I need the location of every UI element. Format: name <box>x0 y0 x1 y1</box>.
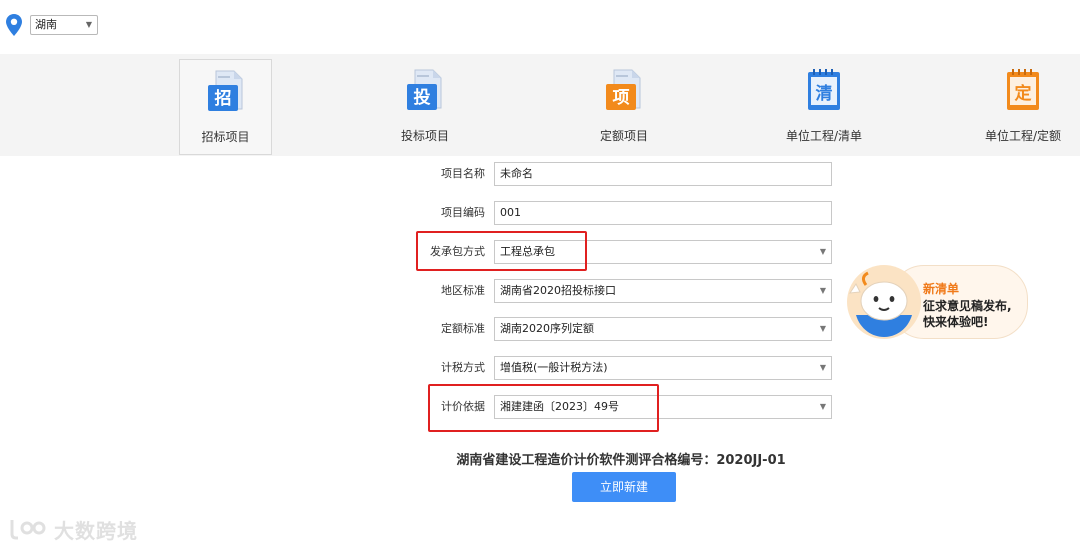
nav-item-unit-quota[interactable]: 定 单位工程/定额 <box>969 54 1077 156</box>
project-name-input[interactable]: 未命名 <box>494 162 832 186</box>
quota-standard-label: 定额标准 <box>441 322 485 335</box>
certificate-text: 湖南省建设工程造价计价软件测评合格编号：2020JJ-01 <box>456 453 786 468</box>
region-select[interactable]: 湖南 ▼ <box>30 15 98 35</box>
nav-item-label: 招标项目 <box>201 130 250 144</box>
project-name-label: 项目名称 <box>441 167 485 180</box>
nav-item-unit-list[interactable]: 清 单位工程/清单 <box>770 54 878 156</box>
chevron-down-icon: ▼ <box>819 402 826 411</box>
chevron-down-icon: ▼ <box>819 363 826 372</box>
svg-text:投: 投 <box>414 87 431 108</box>
promo-title: 新清单 <box>923 282 960 296</box>
watermark-logo-icon <box>10 520 46 540</box>
chevron-down-icon: ▼ <box>819 286 826 295</box>
location-pin-icon <box>6 14 22 36</box>
nav-item-quota-project[interactable]: 项 定额项目 <box>577 54 671 156</box>
mascot-icon <box>847 265 921 339</box>
chevron-down-icon: ▼ <box>819 247 826 256</box>
project-type-nav: 招 招标项目 投 投标项目 项 定额项目 清 单位工程/清单 定 单位工程/定额 <box>0 54 1080 156</box>
bid-invitation-icon: 招 <box>207 70 242 111</box>
project-code-input[interactable]: 001 <box>494 201 832 225</box>
tax-method-label: 计税方式 <box>441 361 485 374</box>
quota-standard-select[interactable]: 湖南2020序列定额 ▼ <box>494 317 832 341</box>
nav-item-label: 定额项目 <box>599 129 648 143</box>
unit-list-icon: 清 <box>808 69 840 110</box>
unit-quota-icon: 定 <box>1007 69 1039 110</box>
svg-text:定: 定 <box>1015 83 1032 104</box>
chevron-down-icon: ▼ <box>85 20 92 29</box>
svg-text:清: 清 <box>816 83 833 104</box>
highlight-pricing-basis <box>428 384 659 432</box>
promo-line-1: 征求意见稿发布, <box>923 299 1012 313</box>
nav-item-bid-submission[interactable]: 投 投标项目 <box>378 54 472 156</box>
promo-line-2: 快来体验吧! <box>923 315 989 329</box>
quota-project-icon: 项 <box>606 69 641 110</box>
highlight-contract-mode <box>416 231 587 271</box>
nav-item-label: 单位工程/清单 <box>785 129 863 143</box>
watermark-text: 大数跨境 <box>54 518 138 543</box>
nav-item-bid-invitation[interactable]: 招 招标项目 <box>179 59 272 155</box>
chevron-down-icon: ▼ <box>819 324 826 333</box>
watermark: 大数跨境 <box>8 514 138 544</box>
region-select-value: 湖南 <box>35 18 57 31</box>
nav-item-label: 单位工程/定额 <box>984 129 1062 143</box>
bid-submission-icon: 投 <box>407 69 442 110</box>
region-standard-select[interactable]: 湖南省2020招投标接口 ▼ <box>494 279 832 303</box>
create-now-button[interactable]: 立即新建 <box>572 472 676 502</box>
region-bar: 湖南 ▼ <box>6 13 98 37</box>
nav-glyph: 招 <box>214 88 231 109</box>
new-list-promo-card[interactable]: 新清单 征求意见稿发布, 快来体验吧! <box>846 263 1028 341</box>
nav-item-label: 投标项目 <box>400 129 449 143</box>
region-standard-label: 地区标准 <box>441 284 485 297</box>
svg-text:项: 项 <box>613 88 630 108</box>
tax-method-select[interactable]: 增值税(一般计税方法) ▼ <box>494 356 832 380</box>
project-code-label: 项目编码 <box>441 206 485 219</box>
